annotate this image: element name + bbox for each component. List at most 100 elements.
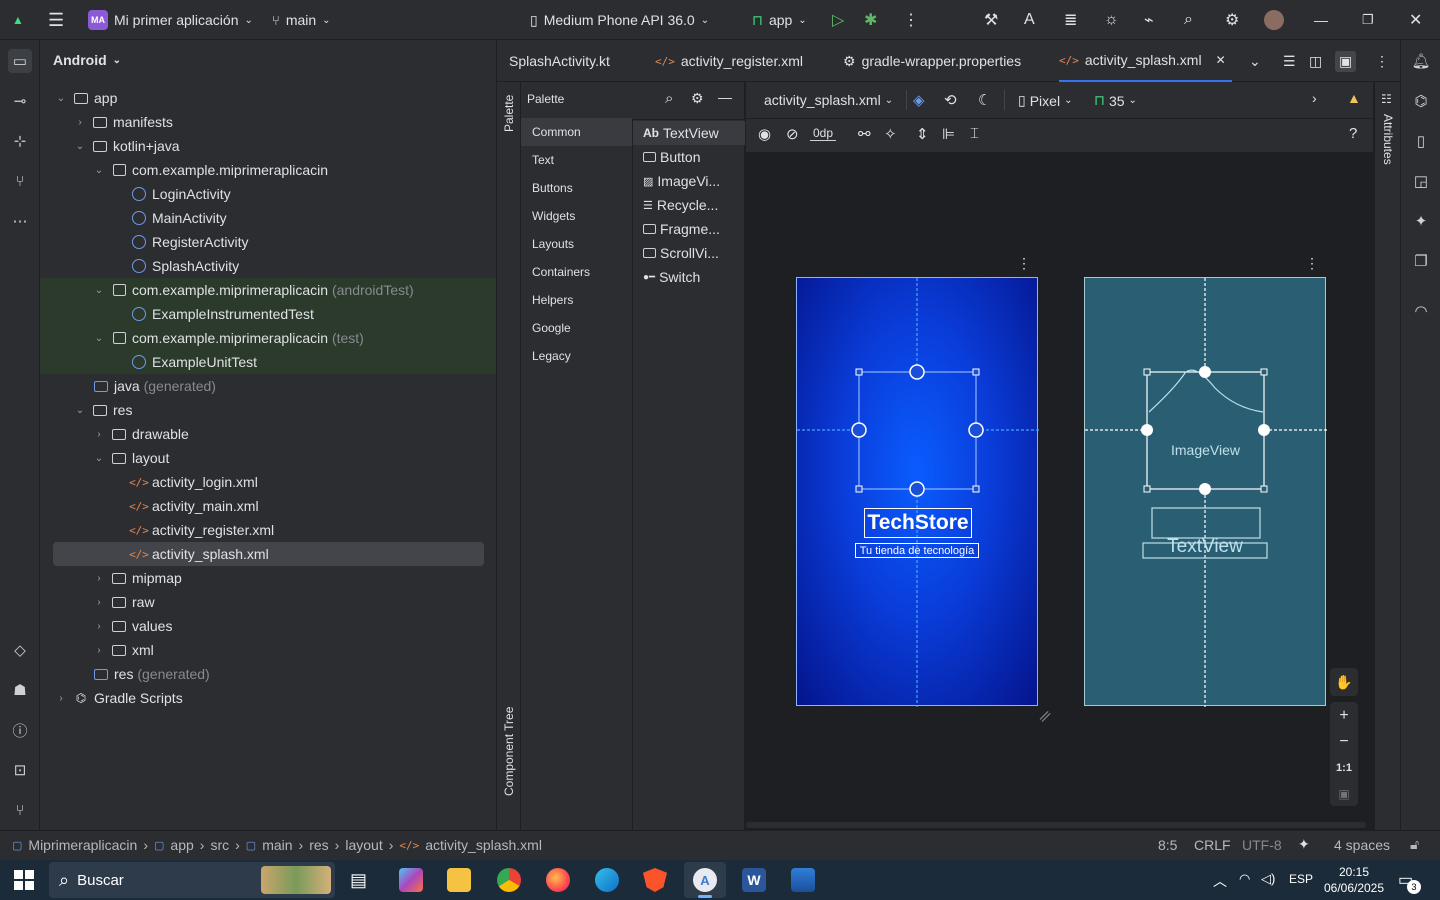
palette-category-buttons[interactable]: Buttons	[521, 174, 632, 202]
android-studio-taskbar-button[interactable]: A	[684, 862, 726, 898]
more-tools-icon[interactable]: ⋯	[8, 209, 32, 233]
tree-row-gradle-scripts[interactable]: › ⌬ Gradle Scripts	[40, 686, 496, 710]
tree-row-app[interactable]: ⌄ app	[40, 86, 496, 110]
align-icon[interactable]: ⊫	[942, 125, 955, 143]
tree-row-instrumented-test[interactable]: ExampleInstrumentedTest	[40, 302, 496, 326]
tree-row-kotlin-java[interactable]: ⌄ kotlin+java	[40, 134, 496, 158]
blueprint-preview[interactable]: ImageView TextView	[1084, 277, 1327, 707]
chevron-up-icon[interactable]: ︿	[1213, 871, 1227, 891]
tree-row-activity-register[interactable]: </> activity_register.xml	[40, 518, 496, 542]
warning-icon[interactable]: ▲	[1347, 90, 1361, 106]
attributes-icon[interactable]: ☷	[1381, 92, 1392, 106]
chevron-right-icon[interactable]: ›	[1312, 90, 1317, 106]
tree-row-login-activity[interactable]: LoginActivity	[40, 182, 496, 206]
terminal-icon[interactable]: ⊡	[8, 758, 32, 782]
gem-icon[interactable]: ◇	[8, 638, 32, 662]
windows-start-icon[interactable]	[14, 870, 34, 890]
device-dropdown[interactable]: ▯ Pixel ⌄	[1018, 92, 1072, 109]
breadcrumb-item[interactable]: main	[262, 837, 292, 853]
design-preview[interactable]: TechStore Tu tienda de tecnología	[796, 277, 1039, 707]
horizontal-scrollbar[interactable]	[746, 822, 1366, 828]
caret-position[interactable]: 8:5	[1158, 837, 1177, 853]
word-icon[interactable]: W	[742, 868, 766, 892]
resource-manager-icon[interactable]: ⊹	[8, 129, 32, 153]
tree-row-res-generated[interactable]: res (generated)	[40, 662, 496, 686]
preview-subtitle[interactable]: Tu tienda de tecnología	[855, 543, 979, 558]
copilot-icon[interactable]	[399, 868, 423, 892]
more-options-icon[interactable]: ⋮	[1305, 255, 1319, 272]
tree-row-layout[interactable]: ⌄ layout	[40, 446, 496, 470]
tree-row-activity-login[interactable]: </> activity_login.xml	[40, 470, 496, 494]
tree-row-xml[interactable]: › xml	[40, 638, 496, 662]
palette-category-widgets[interactable]: Widgets	[521, 202, 632, 230]
pull-requests-icon[interactable]: ⑂	[8, 169, 32, 193]
more-actions-icon[interactable]: ⋮	[903, 0, 919, 40]
breadcrumb-item[interactable]: res	[309, 837, 328, 853]
gradle-icon[interactable]: ⌬	[1409, 89, 1433, 113]
palette-item-textview[interactable]: Ab TextView	[633, 121, 745, 145]
pack-icon[interactable]: ⇕	[916, 125, 929, 143]
palette-category-layouts[interactable]: Layouts	[521, 230, 632, 258]
tree-row-manifests[interactable]: › manifests	[40, 110, 496, 134]
tree-row-main-activity[interactable]: MainActivity	[40, 206, 496, 230]
orientation-icon[interactable]: ⟲	[944, 91, 957, 109]
build-icon[interactable]: ⚒	[984, 0, 998, 40]
profiler-icon[interactable]: ⌁	[1144, 0, 1154, 40]
breadcrumb-item[interactable]: Miprimeraplicacin	[28, 837, 137, 853]
code-view-icon[interactable]: ☰	[1283, 40, 1296, 82]
chevron-down-icon[interactable]: ⌄	[1249, 40, 1261, 82]
device-explorer-icon[interactable]: ❐	[1409, 249, 1433, 273]
network-icon[interactable]: ◠	[1239, 871, 1250, 887]
tab-activity-splash[interactable]: </> activity_splash.xml ✕	[1059, 40, 1232, 82]
device-manager-icon[interactable]: ▯	[1409, 129, 1433, 153]
project-selector[interactable]: MA Mi primer aplicación ⌄	[88, 0, 253, 40]
device-selector[interactable]: ▯ Medium Phone API 36.0 ⌄	[530, 0, 709, 40]
search-icon[interactable]: ⌕	[1184, 0, 1193, 40]
taskbar-search[interactable]: ⌕ Buscar	[49, 862, 335, 898]
palette-category-google[interactable]: Google	[521, 314, 632, 342]
file-explorer-icon[interactable]	[447, 868, 471, 892]
zoom-out-icon[interactable]: −	[1330, 730, 1358, 754]
help-icon[interactable]: ?	[1349, 125, 1357, 142]
minimize-icon[interactable]: —	[1314, 0, 1328, 40]
tree-row-unit-test[interactable]: ExampleUnitTest	[40, 350, 496, 374]
tree-row-raw[interactable]: › raw	[40, 590, 496, 614]
file-encoding[interactable]: UTF-8	[1242, 837, 1282, 853]
tree-row-package[interactable]: ⌄ com.example.miprimeraplicacin	[40, 158, 496, 182]
tree-row-activity-splash[interactable]: </> activity_splash.xml	[53, 542, 484, 566]
search-icon[interactable]: ⌕	[665, 90, 673, 107]
branch-selector[interactable]: ⑂ main ⌄	[272, 0, 331, 40]
project-folder-icon[interactable]: ▭	[8, 49, 32, 73]
translate-icon[interactable]: A	[1024, 0, 1035, 40]
zoom-fit-icon[interactable]: ▣	[1330, 782, 1358, 806]
tree-row-android-test-package[interactable]: ⌄ com.example.miprimeraplicacin (androidT…	[40, 278, 496, 302]
palette-category-containers[interactable]: Containers	[521, 258, 632, 286]
gear-icon[interactable]: ⚙	[691, 90, 704, 107]
palette-item-switch[interactable]: ●━ Switch	[633, 265, 745, 289]
breadcrumb-item[interactable]: app	[170, 837, 193, 853]
palette-item-fragment[interactable]: Fragme...	[633, 217, 745, 241]
night-mode-icon[interactable]: ☾	[978, 91, 991, 109]
palette-item-imageview[interactable]: ▨ ImageVi...	[633, 169, 745, 193]
palette-item-button[interactable]: Button	[633, 145, 745, 169]
run-icon[interactable]: ▷	[832, 0, 844, 40]
eye-icon[interactable]: ◉	[758, 125, 771, 143]
line-separator[interactable]: CRLF	[1194, 837, 1231, 853]
palette-category-common[interactable]: Common	[521, 118, 632, 146]
clock[interactable]: 20:15 06/06/2025	[1322, 864, 1386, 896]
palette-strip-label[interactable]: Palette	[502, 95, 516, 132]
api-dropdown[interactable]: ⊓ 35 ⌄	[1094, 92, 1137, 109]
palette-category-legacy[interactable]: Legacy	[521, 342, 632, 370]
palette-category-helpers[interactable]: Helpers	[521, 286, 632, 314]
palette-item-scrollview[interactable]: ScrollVi...	[633, 241, 745, 265]
tab-activity-register[interactable]: </> activity_register.xml	[655, 40, 803, 82]
pan-hand-icon[interactable]: ✋	[1330, 668, 1358, 696]
tree-row-register-activity[interactable]: RegisterActivity	[40, 230, 496, 254]
palette-item-recyclerview[interactable]: ☰ Recycle...	[633, 193, 745, 217]
app-inspection-icon[interactable]: ☗	[8, 678, 32, 702]
breadcrumb-item[interactable]: src	[210, 837, 229, 853]
volume-icon[interactable]: ◁)	[1261, 871, 1275, 887]
breadcrumb-item[interactable]: activity_splash.xml	[425, 837, 542, 853]
notifications-icon[interactable]: 🔔︎	[1409, 49, 1433, 73]
chrome-icon[interactable]	[497, 868, 521, 892]
